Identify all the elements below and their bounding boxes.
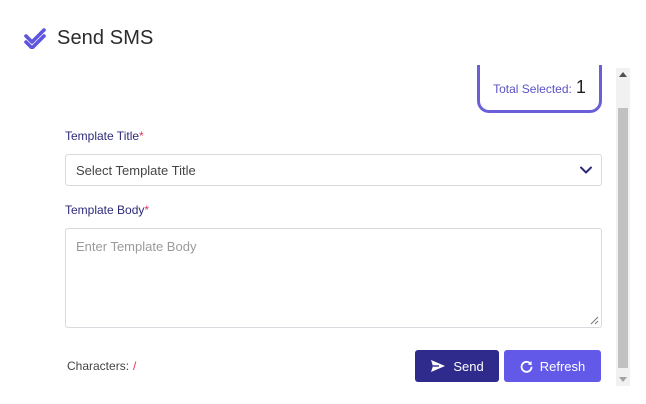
template-body-placeholder: Enter Template Body (76, 239, 197, 254)
scroll-down-arrow-icon[interactable] (619, 377, 627, 382)
required-mark: * (144, 203, 150, 217)
total-selected-label: Total Selected: (493, 82, 572, 96)
template-title-selected-value: Select Template Title (76, 162, 196, 178)
chevron-down-icon (580, 166, 592, 174)
page-title: Send SMS (57, 26, 154, 49)
refresh-button[interactable]: Refresh (504, 350, 601, 382)
double-check-icon (24, 28, 46, 49)
template-title-label-text: Template Title (65, 129, 140, 143)
total-selected-badge: Total Selected: 1 (477, 65, 602, 113)
scroll-up-arrow-icon[interactable] (619, 72, 627, 77)
character-counter-value: / (133, 359, 137, 373)
send-icon (431, 360, 446, 372)
template-body-label-text: Template Body (65, 203, 145, 217)
template-title-label: Template Title* (65, 129, 144, 143)
resize-grip-icon[interactable] (590, 316, 599, 325)
total-selected-count: 1 (575, 77, 586, 97)
required-mark: * (139, 129, 144, 143)
form-scroll-area: Total Selected: 1 Template Title* Select… (0, 65, 630, 389)
vertical-scrollbar[interactable] (616, 68, 630, 386)
template-body-label: Template Body* (65, 203, 149, 217)
send-button[interactable]: Send (415, 350, 499, 382)
scrollbar-thumb[interactable] (618, 108, 628, 368)
template-body-textarea[interactable]: Enter Template Body (65, 228, 602, 328)
refresh-icon (520, 360, 533, 373)
character-counter: Characters: / (67, 359, 136, 373)
send-button-label: Send (453, 358, 484, 374)
page-header: Send SMS (24, 24, 153, 52)
template-title-select[interactable]: Select Template Title (65, 154, 602, 186)
character-counter-label: Characters: (67, 359, 130, 373)
refresh-button-label: Refresh (539, 358, 586, 374)
